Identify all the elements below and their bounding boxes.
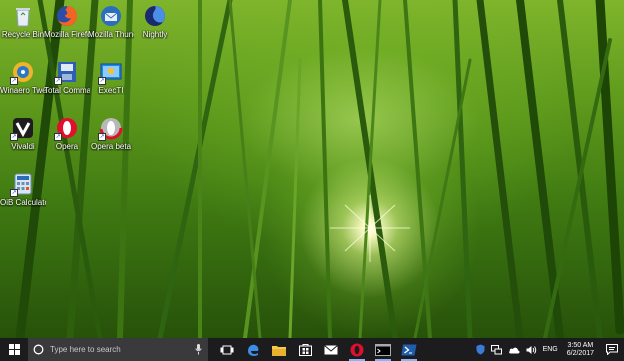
- search-placeholder: Type here to search: [50, 345, 121, 354]
- shortcut-arrow-icon: ↗: [54, 77, 62, 85]
- opera-icon: [350, 343, 364, 356]
- desktop-icon-label: Opera: [55, 142, 79, 151]
- system-tray: ENG 3:50 AM 6/2/2017: [473, 338, 624, 361]
- command-prompt-icon: [375, 343, 391, 356]
- firefox-icon: [55, 4, 79, 28]
- desktop-icon-label: Total Command...: [44, 86, 90, 95]
- taskbar-app-store[interactable]: [292, 338, 318, 361]
- desktop-icon-label: Mozilla Firefox: [44, 30, 90, 39]
- tray-network-icon[interactable]: [488, 338, 505, 361]
- taskbar-app-powershell[interactable]: [396, 338, 422, 361]
- cortana-icon: [33, 344, 44, 355]
- taskbar-app-mail[interactable]: [318, 338, 344, 361]
- desktop-icon-recycle-bin[interactable]: Recycle Bin: [0, 4, 46, 39]
- powershell-icon: [401, 344, 417, 355]
- shortcut-arrow-icon: ↗: [54, 133, 62, 141]
- desktop-icon-label: Opera beta: [90, 142, 132, 151]
- clock-time: 3:50 AM: [567, 341, 594, 349]
- taskbar-app-edge[interactable]: [240, 338, 266, 361]
- windows-logo-icon: [8, 344, 20, 355]
- total-commander-icon: ↗: [54, 60, 79, 85]
- desktop-icon-nightly[interactable]: Nightly: [132, 4, 178, 39]
- taskbar-app-command-prompt[interactable]: [370, 338, 396, 361]
- start-button[interactable]: [0, 338, 28, 361]
- taskbar-app-opera[interactable]: [344, 338, 370, 361]
- execti-icon: ↗: [98, 60, 123, 85]
- store-icon: [298, 344, 312, 356]
- desktop-icon-label: Winaero Tweaker: [0, 86, 46, 95]
- taskbar-app-file-explorer[interactable]: [266, 338, 292, 361]
- action-center-icon: [606, 344, 618, 355]
- microphone-icon[interactable]: [195, 344, 202, 355]
- shortcut-arrow-icon: ↗: [10, 189, 18, 197]
- tray-defender-icon[interactable]: [473, 338, 488, 361]
- desktop-icon-total-commander[interactable]: ↗ Total Command...: [44, 60, 90, 95]
- bamboo-forest-image: [15, 0, 624, 338]
- desktop-icon-firefox[interactable]: Mozilla Firefox: [44, 4, 90, 39]
- desktop-icon-label: ExecTI: [98, 86, 124, 95]
- tray-volume-icon[interactable]: [523, 338, 540, 361]
- shortcut-arrow-icon: ↗: [98, 133, 106, 141]
- opera-beta-icon: ↗: [98, 116, 123, 141]
- tray-clock[interactable]: 3:50 AM 6/2/2017: [561, 342, 600, 358]
- desktop-icon-label: OiB Calculator f...: [0, 198, 46, 207]
- tray-language-indicator[interactable]: ENG: [540, 338, 561, 361]
- vivaldi-icon: ↗: [10, 116, 35, 141]
- desktop-icon-opera-beta[interactable]: ↗ Opera beta: [88, 116, 134, 151]
- file-explorer-icon: [272, 345, 286, 356]
- desktop-icon-label: Vivaldi: [11, 142, 35, 151]
- desktop-wallpaper: [0, 0, 624, 338]
- nightly-icon: [143, 4, 167, 28]
- desktop-icon-opera[interactable]: ↗ Opera: [44, 116, 90, 151]
- tray-onedrive-icon[interactable]: [505, 338, 523, 361]
- desktop-icon-vivaldi[interactable]: ↗ Vivaldi: [0, 116, 46, 151]
- shortcut-arrow-icon: ↗: [98, 77, 106, 85]
- task-view-button[interactable]: [214, 338, 240, 361]
- thunderbird-icon: [99, 4, 123, 28]
- desktop-icon-thunderbird[interactable]: Mozilla Thunderbird: [88, 4, 134, 39]
- mail-icon: [324, 344, 338, 354]
- shortcut-arrow-icon: ↗: [10, 77, 18, 85]
- taskbar: Type here to search ENG 3:50 AM 6/2/2017: [0, 338, 624, 361]
- task-view-icon: [220, 345, 234, 354]
- winaero-tweaker-icon: ↗: [10, 60, 35, 85]
- desktop-icon-label: Mozilla Thunderbird: [88, 30, 134, 39]
- desktop-icon-calculator[interactable]: ↗ OiB Calculator f...: [0, 172, 46, 207]
- recycle-bin-icon: [11, 4, 35, 28]
- clock-date: 6/2/2017: [566, 349, 594, 357]
- desktop-icon-label: Recycle Bin: [1, 30, 45, 39]
- desktop-icon-execti[interactable]: ↗ ExecTI: [88, 60, 134, 95]
- shortcut-arrow-icon: ↗: [10, 133, 18, 141]
- edge-icon: [248, 344, 259, 356]
- action-center-button[interactable]: [600, 338, 624, 361]
- calculator-icon: ↗: [10, 172, 35, 197]
- desktop-icon-winaero-tweaker[interactable]: ↗ Winaero Tweaker: [0, 60, 46, 95]
- opera-icon: ↗: [54, 116, 79, 141]
- desktop-icon-label: Nightly: [142, 30, 168, 39]
- search-input[interactable]: Type here to search: [28, 338, 208, 361]
